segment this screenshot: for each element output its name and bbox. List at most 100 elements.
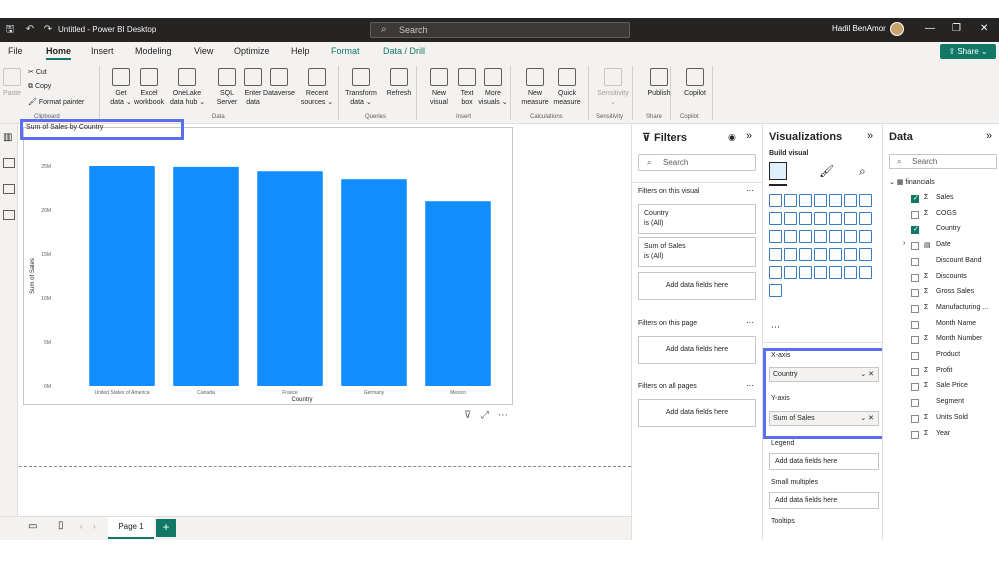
more-visuals-icon[interactable]: ⋯ bbox=[771, 322, 780, 333]
menu-modeling[interactable]: Modeling bbox=[135, 46, 172, 56]
visual-type-icon[interactable] bbox=[799, 194, 812, 207]
visual-type-icon[interactable] bbox=[829, 194, 842, 207]
bar[interactable] bbox=[257, 171, 323, 386]
field-row[interactable]: Σ Gross Sales bbox=[883, 288, 999, 300]
field-checkbox[interactable] bbox=[911, 399, 919, 408]
chevron-right-icon[interactable]: › bbox=[903, 240, 905, 247]
field-checkbox[interactable] bbox=[911, 210, 919, 219]
paste-button[interactable]: Paste bbox=[2, 68, 22, 98]
page-tab-1[interactable]: Page 1 bbox=[108, 517, 154, 539]
visual-type-icon[interactable] bbox=[844, 194, 857, 207]
menu-help[interactable]: Help bbox=[291, 46, 310, 56]
undo-icon[interactable]: ↶ bbox=[24, 24, 36, 36]
table-financials[interactable]: ⌄ ▦ financials bbox=[889, 178, 935, 186]
onelake-button[interactable]: OneLake data hub ⌄ bbox=[170, 68, 205, 107]
field-checkbox[interactable] bbox=[911, 194, 919, 203]
visual-type-icon[interactable] bbox=[859, 248, 872, 261]
visual-type-icon[interactable] bbox=[829, 230, 842, 243]
menu-file[interactable]: File bbox=[8, 46, 23, 56]
sensitivity-button[interactable]: Sensitivity ⌄ bbox=[596, 68, 630, 107]
excel-button[interactable]: Excel workbook bbox=[132, 68, 166, 107]
field-checkbox[interactable] bbox=[911, 273, 919, 282]
dataverse-button[interactable]: Dataverse bbox=[262, 68, 296, 98]
share-button[interactable]: ⇪ Share ⌄ bbox=[940, 44, 996, 59]
visual-type-icon[interactable] bbox=[769, 194, 782, 207]
field-row[interactable]: Month Name bbox=[883, 320, 999, 332]
bar[interactable] bbox=[425, 201, 491, 386]
visual-type-icon[interactable] bbox=[859, 194, 872, 207]
copy-button[interactable]: ⧉ Copy bbox=[28, 83, 51, 91]
transform-button[interactable]: Transform data ⌄ bbox=[344, 68, 378, 107]
add-page-button[interactable]: + bbox=[156, 519, 176, 537]
table-view-icon[interactable] bbox=[3, 158, 15, 168]
desktop-layout-icon[interactable]: ▭ bbox=[28, 521, 37, 532]
visual-type-icon[interactable] bbox=[829, 266, 842, 279]
visual-type-icon[interactable] bbox=[844, 248, 857, 261]
menu-home[interactable]: Home bbox=[46, 46, 72, 60]
field-row[interactable]: Country bbox=[883, 225, 999, 237]
field-row[interactable]: Σ COGS bbox=[883, 210, 999, 222]
filter-card-sum-of-sales[interactable]: Sum of Sales is (All) bbox=[638, 237, 756, 267]
mobile-layout-icon[interactable]: ▯ bbox=[58, 520, 64, 531]
save-icon[interactable]: 🖫 bbox=[4, 24, 16, 36]
format-visual-icon[interactable]: 🖌 bbox=[819, 164, 834, 178]
model-view-icon[interactable] bbox=[3, 184, 15, 194]
visual-type-icon[interactable] bbox=[784, 266, 797, 279]
field-row[interactable]: Product bbox=[883, 351, 999, 363]
quick-measure-button[interactable]: Quick measure bbox=[550, 68, 584, 107]
menu-format[interactable]: Format bbox=[331, 46, 360, 56]
visual-type-icon[interactable] bbox=[769, 248, 782, 261]
bar[interactable] bbox=[89, 166, 155, 386]
menu-optimize[interactable]: Optimize bbox=[234, 46, 270, 56]
collapse-icon[interactable]: » bbox=[867, 130, 873, 142]
avatar[interactable] bbox=[890, 22, 904, 36]
minimize-icon[interactable]: — bbox=[925, 23, 935, 34]
field-checkbox[interactable] bbox=[911, 257, 919, 266]
visual-type-icon[interactable] bbox=[844, 230, 857, 243]
more-icon[interactable]: ⋯ bbox=[746, 186, 754, 195]
visual-type-icon[interactable] bbox=[814, 230, 827, 243]
visual-type-icon[interactable] bbox=[799, 230, 812, 243]
field-row[interactable]: ▤ › Date bbox=[883, 240, 999, 253]
copilot-button[interactable]: Copilot bbox=[678, 68, 712, 98]
visual-type-icon[interactable] bbox=[829, 212, 842, 225]
format-painter-button[interactable]: 🖌 Format painter bbox=[28, 98, 84, 106]
more-icon[interactable]: ⋯ bbox=[746, 381, 754, 390]
field-checkbox[interactable] bbox=[911, 320, 919, 329]
visual-type-icon[interactable] bbox=[799, 212, 812, 225]
field-row[interactable]: Σ Month Number bbox=[883, 335, 999, 347]
report-view-icon[interactable]: ▥ bbox=[3, 132, 15, 143]
cut-button[interactable]: ✂ Cut bbox=[28, 68, 47, 76]
close-icon[interactable]: ✕ bbox=[980, 23, 988, 34]
small-multiples-well[interactable]: Add data fields here bbox=[769, 492, 879, 509]
dax-query-icon[interactable] bbox=[3, 210, 15, 220]
field-checkbox[interactable] bbox=[911, 304, 919, 313]
field-checkbox[interactable] bbox=[911, 352, 919, 360]
visual-type-icon[interactable] bbox=[829, 248, 842, 261]
legend-well[interactable]: Add data fields here bbox=[769, 453, 879, 470]
field-row[interactable]: Σ Discounts bbox=[883, 273, 999, 285]
bar[interactable] bbox=[173, 166, 239, 386]
field-row[interactable]: Σ Year bbox=[883, 430, 999, 442]
restore-icon[interactable]: ❐ bbox=[952, 23, 961, 34]
field-row[interactable]: Σ Profit bbox=[883, 367, 999, 379]
visual-type-icon[interactable] bbox=[844, 212, 857, 225]
field-checkbox[interactable] bbox=[911, 242, 919, 251]
collapse-icon[interactable]: » bbox=[986, 130, 992, 142]
user-name[interactable]: Hadil BenAmor bbox=[832, 24, 886, 33]
build-visual-tab[interactable] bbox=[769, 162, 787, 180]
focus-mode-icon[interactable]: ⤢ bbox=[481, 410, 489, 421]
field-checkbox[interactable] bbox=[911, 289, 919, 298]
field-row[interactable]: Σ Sales bbox=[883, 194, 999, 206]
visual-type-icon[interactable] bbox=[859, 266, 872, 279]
field-row[interactable]: Discount Band bbox=[883, 257, 999, 269]
visual-type-icon[interactable] bbox=[784, 230, 797, 243]
field-checkbox[interactable] bbox=[911, 414, 919, 423]
visual-type-icon[interactable] bbox=[769, 284, 782, 297]
analytics-icon[interactable]: ⌕ bbox=[859, 164, 866, 179]
filter-card-country[interactable]: Country is (All) bbox=[638, 204, 756, 234]
filter-icon[interactable]: ⊽ bbox=[464, 410, 471, 421]
search-input[interactable]: ⌕ Search bbox=[370, 22, 630, 38]
visual-type-icon[interactable] bbox=[769, 212, 782, 225]
recent-button[interactable]: Recent sources ⌄ bbox=[300, 68, 334, 107]
